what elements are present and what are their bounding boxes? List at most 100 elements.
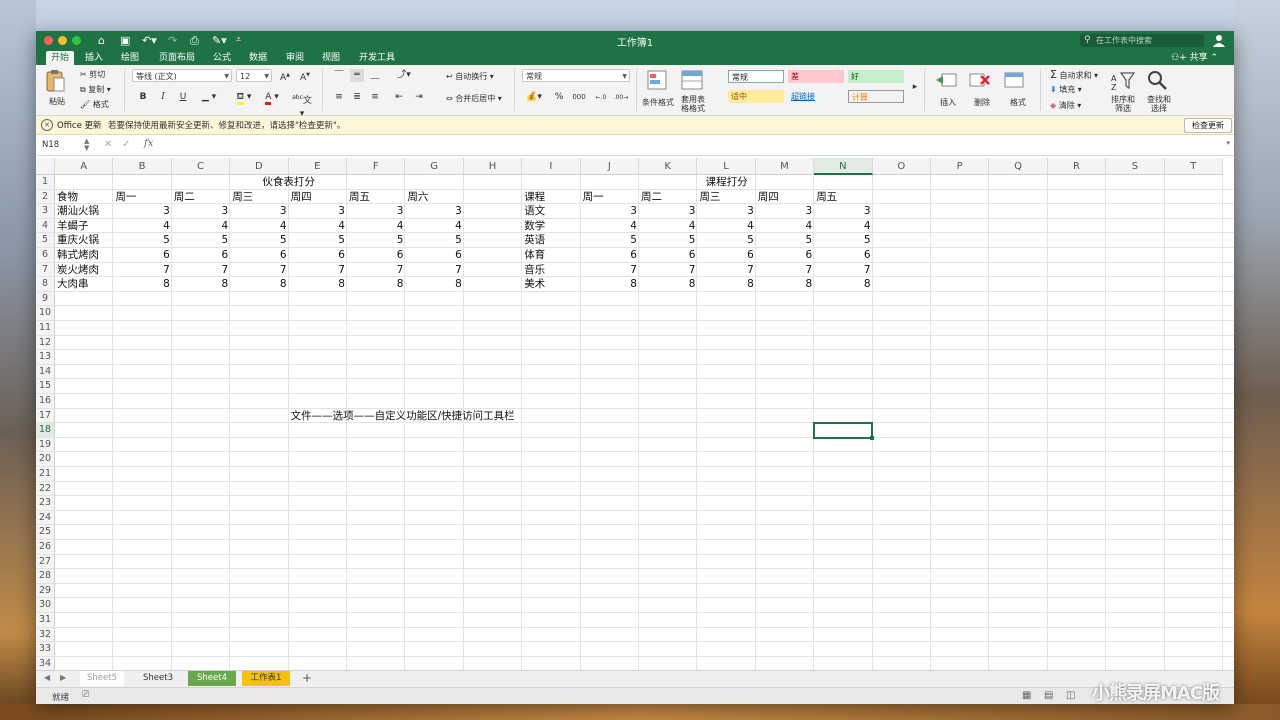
sort-filter-icon[interactable]: AZ [1110, 69, 1136, 91]
cell[interactable]: 8 [639, 277, 697, 292]
cell[interactable]: 4 [581, 219, 639, 234]
cell[interactable]: 5 [113, 233, 171, 248]
cell[interactable]: 课程 [522, 190, 580, 205]
prev-sheet-icon[interactable]: ◀ [44, 673, 50, 682]
row-header[interactable]: 25 [36, 525, 55, 540]
cell[interactable]: 周五 [347, 190, 405, 205]
cell[interactable]: 羊蝎子 [55, 219, 113, 234]
row-header[interactable]: 28 [36, 569, 55, 584]
search-input[interactable]: ⚲ 在工作表中搜索 [1080, 34, 1204, 47]
fill-color-button[interactable]: ⛾ ▾ [232, 91, 256, 105]
align-middle-icon[interactable]: ═ [350, 69, 364, 82]
font-color-button[interactable]: A ▾ [260, 91, 284, 105]
cell[interactable]: 5 [756, 233, 814, 248]
expand-formula-icon[interactable]: ▾ [1226, 139, 1230, 147]
worksheet-grid[interactable]: A B C D E F G H I J K L M N O P Q R S T 1 2 3 4 5 6 7 8 9 10 11 12 13 14 1… [36, 158, 1234, 670]
cell[interactable]: 7 [814, 263, 872, 278]
align-bottom-icon[interactable]: ⎽ [368, 69, 382, 82]
share-button[interactable]: ⚇+ 共享 ⌃ [1171, 51, 1218, 65]
cell[interactable]: 3 [113, 204, 171, 219]
cell[interactable]: 5 [172, 233, 230, 248]
sheet-tab[interactable]: Sheet4 [188, 671, 236, 686]
column-header[interactable]: C [171, 158, 231, 175]
phonetic-icon[interactable]: abc文▾ [290, 91, 314, 119]
tab-review[interactable]: 审阅 [282, 51, 308, 65]
increase-font-size-icon[interactable]: A▲ [278, 69, 292, 83]
formula-input[interactable] [160, 139, 1220, 152]
style-hyperlink[interactable]: 超链接 [788, 90, 844, 103]
cell[interactable]: 6 [581, 248, 639, 263]
column-header[interactable]: M [755, 158, 815, 175]
cell[interactable]: 4 [113, 219, 171, 234]
column-header[interactable]: I [522, 158, 581, 175]
normal-view-icon[interactable]: ▦ [1022, 690, 1031, 701]
align-left-icon[interactable]: ≡ [332, 91, 346, 104]
cell[interactable]: 周一 [113, 190, 171, 205]
cell[interactable]: 7 [230, 263, 288, 278]
cell[interactable]: 数学 [522, 219, 580, 234]
row-header[interactable]: 4 [36, 218, 55, 234]
table-title[interactable]: 课程打分 [581, 175, 873, 190]
cell[interactable]: 8 [347, 277, 405, 292]
cell[interactable]: 5 [289, 233, 347, 248]
merge-center-button[interactable]: ⇔ 合并后居中 ▾ [446, 93, 502, 104]
macro-record-icon[interactable]: ⎚ [82, 690, 89, 700]
cell[interactable]: 周四 [289, 190, 347, 205]
cell[interactable]: 7 [639, 263, 697, 278]
fill-handle[interactable] [869, 435, 874, 440]
row-header[interactable]: 6 [36, 248, 55, 263]
column-header[interactable]: O [872, 158, 931, 175]
align-right-icon[interactable]: ≡ [368, 91, 382, 104]
cell[interactable]: 8 [756, 277, 814, 292]
column-header[interactable]: L [697, 158, 756, 175]
tab-data[interactable]: 数据 [245, 51, 271, 65]
cell[interactable]: 5 [347, 233, 405, 248]
cell[interactable]: 3 [405, 204, 463, 219]
cell[interactable]: 7 [347, 263, 405, 278]
underline-button[interactable]: U [176, 91, 190, 104]
cell[interactable]: 语文 [522, 204, 580, 219]
orientation-icon[interactable]: ⤴▾ [394, 69, 414, 82]
row-header[interactable]: 33 [36, 642, 55, 657]
cell[interactable]: 8 [113, 277, 171, 292]
more-styles-icon[interactable]: ▸ [908, 81, 922, 94]
cell[interactable]: 5 [639, 233, 697, 248]
sheet-tab[interactable]: 工作表1 [242, 671, 290, 686]
borders-button[interactable]: ▁ ▾ [196, 91, 222, 104]
row-header[interactable]: 24 [36, 510, 55, 526]
column-header[interactable]: F [347, 158, 406, 175]
insert-function-icon[interactable]: fx [144, 138, 153, 149]
cell[interactable]: 4 [814, 219, 872, 234]
column-header[interactable]: T [1164, 158, 1223, 175]
column-header[interactable]: A [55, 158, 114, 175]
cell[interactable]: 4 [289, 219, 347, 234]
row-header[interactable]: 12 [36, 335, 55, 351]
active-cell-selection[interactable] [813, 422, 873, 439]
cell[interactable]: 周二 [639, 190, 697, 205]
close-infobar-icon[interactable]: ✕ [41, 119, 53, 131]
tab-insert[interactable]: 插入 [82, 51, 106, 65]
row-header[interactable]: 16 [36, 394, 55, 409]
cut-button[interactable]: ✂ 剪切 [80, 69, 105, 80]
increase-indent-icon[interactable]: ⇥ [412, 91, 426, 104]
cell[interactable]: 周三 [230, 190, 288, 205]
bold-button[interactable]: B [136, 91, 150, 104]
delete-cells-icon[interactable] [968, 70, 992, 90]
note-cell[interactable]: 文件——选项——自定义功能区/快捷访问工具栏 [291, 409, 515, 424]
italic-button[interactable]: I [156, 91, 170, 104]
page-break-view-icon[interactable]: ◫ [1066, 690, 1075, 701]
row-header[interactable]: 34 [36, 656, 55, 670]
cell[interactable]: 炭火烤肉 [55, 263, 113, 278]
cell[interactable]: 3 [756, 204, 814, 219]
row-header[interactable]: 3 [36, 204, 55, 219]
cell[interactable]: 美术 [522, 277, 580, 292]
cell[interactable]: 8 [230, 277, 288, 292]
cell[interactable]: 周四 [756, 190, 814, 205]
cell[interactable]: 5 [697, 233, 755, 248]
cell[interactable]: 6 [697, 248, 755, 263]
cell[interactable]: 8 [405, 277, 463, 292]
cell[interactable]: 5 [581, 233, 639, 248]
tab-formulas[interactable]: 公式 [209, 51, 235, 65]
cell[interactable]: 4 [230, 219, 288, 234]
cell[interactable]: 周一 [581, 190, 639, 205]
